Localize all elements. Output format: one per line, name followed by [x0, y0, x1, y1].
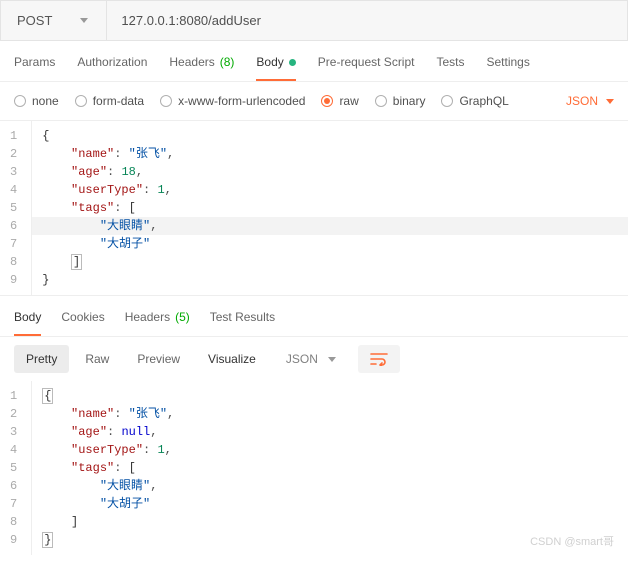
tab-resp-headers-label: Headers: [125, 310, 170, 324]
radio-icon: [14, 95, 26, 107]
radio-urlencoded[interactable]: x-www-form-urlencoded: [160, 94, 305, 108]
code-area[interactable]: { "name": "张飞", "age": 18, "userType": 1…: [32, 121, 628, 295]
radio-binary[interactable]: binary: [375, 94, 426, 108]
view-pretty[interactable]: Pretty: [14, 345, 69, 373]
response-tabs: Body Cookies Headers (5) Test Results: [0, 296, 628, 337]
radio-icon: [75, 95, 87, 107]
view-raw[interactable]: Raw: [73, 345, 121, 373]
radio-label: GraphQL: [459, 94, 508, 108]
caret-down-icon: [606, 99, 614, 104]
radio-formdata[interactable]: form-data: [75, 94, 144, 108]
tab-body[interactable]: Body: [256, 55, 295, 81]
radio-graphql[interactable]: GraphQL: [441, 94, 508, 108]
tab-params[interactable]: Params: [14, 55, 55, 81]
tab-headers-label: Headers: [169, 55, 214, 69]
response-lang-label: JSON: [286, 352, 318, 366]
radio-label: x-www-form-urlencoded: [178, 94, 305, 108]
tab-settings[interactable]: Settings: [487, 55, 530, 81]
tab-prerequest[interactable]: Pre-request Script: [318, 55, 415, 81]
body-type-row: none form-data x-www-form-urlencoded raw…: [0, 82, 628, 121]
radio-label: raw: [339, 94, 358, 108]
resp-headers-count: (5): [175, 310, 190, 324]
line-gutter: 123456789: [0, 121, 32, 295]
radio-label: form-data: [93, 94, 144, 108]
tab-body-label: Body: [256, 55, 283, 69]
caret-down-icon: [328, 357, 336, 362]
radio-icon: [441, 95, 453, 107]
url-bar: POST 127.0.0.1:8080/addUser: [0, 0, 628, 41]
radio-icon: [160, 95, 172, 107]
tab-authorization[interactable]: Authorization: [77, 55, 147, 81]
response-view-row: Pretty Raw Preview Visualize JSON: [0, 337, 628, 381]
tab-resp-tests[interactable]: Test Results: [210, 310, 275, 336]
view-visualize[interactable]: Visualize: [196, 345, 268, 373]
wrap-icon: [370, 352, 388, 366]
wrap-lines-button[interactable]: [358, 345, 400, 373]
request-tabs: Params Authorization Headers (8) Body Pr…: [0, 41, 628, 82]
tab-tests[interactable]: Tests: [436, 55, 464, 81]
dot-icon: [289, 59, 296, 66]
http-method-select[interactable]: POST: [1, 1, 107, 40]
tab-headers[interactable]: Headers (8): [169, 55, 234, 81]
view-preview[interactable]: Preview: [125, 345, 192, 373]
body-lang-label: JSON: [566, 94, 598, 108]
code-area: { "name": "张飞", "age": null, "userType":…: [32, 381, 628, 555]
http-method-label: POST: [17, 13, 52, 28]
response-body-viewer[interactable]: 123456789 { "name": "张飞", "age": null, "…: [0, 381, 628, 555]
radio-icon: [375, 95, 387, 107]
headers-count: (8): [220, 55, 235, 69]
line-gutter: 123456789: [0, 381, 32, 555]
caret-down-icon: [80, 18, 88, 23]
radio-label: none: [32, 94, 59, 108]
radio-label: binary: [393, 94, 426, 108]
url-input[interactable]: 127.0.0.1:8080/addUser: [107, 1, 627, 40]
tab-resp-cookies[interactable]: Cookies: [61, 310, 104, 336]
radio-icon: [321, 95, 333, 107]
request-body-editor[interactable]: 123456789 { "name": "张飞", "age": 18, "us…: [0, 121, 628, 296]
radio-none[interactable]: none: [14, 94, 59, 108]
radio-raw[interactable]: raw: [321, 94, 358, 108]
body-lang-select[interactable]: JSON: [566, 94, 614, 108]
tab-resp-body[interactable]: Body: [14, 310, 41, 336]
response-lang-select[interactable]: JSON: [286, 352, 336, 366]
tab-resp-headers[interactable]: Headers (5): [125, 310, 190, 336]
